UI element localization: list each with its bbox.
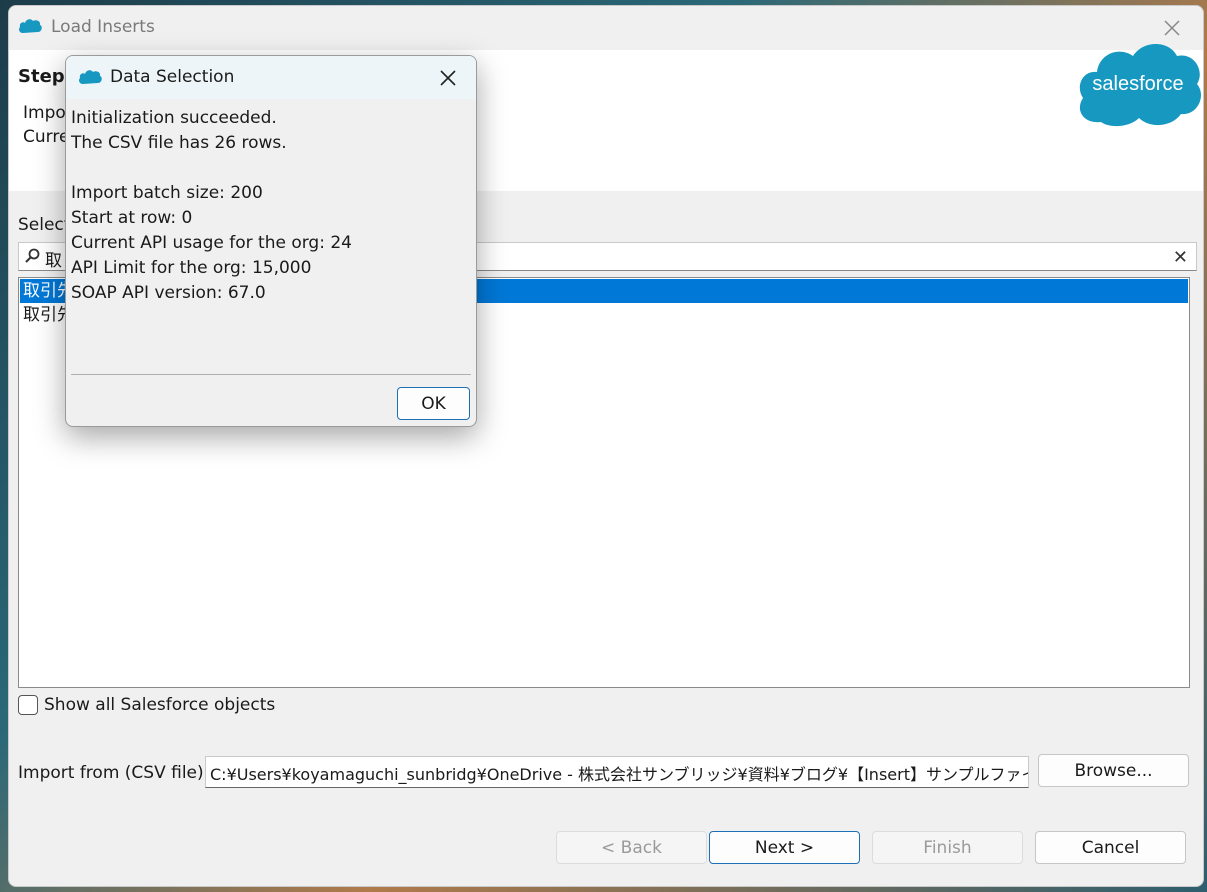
- dialog-message: Initialization succeeded. The CSV file h…: [71, 106, 352, 306]
- next-button[interactable]: Next >: [709, 831, 860, 864]
- logo-text: salesforce: [1092, 73, 1183, 95]
- message-line: Start at row: 0: [71, 208, 193, 228]
- import-from-label: Import from (CSV file):: [18, 763, 210, 783]
- show-all-label: Show all Salesforce objects: [44, 695, 276, 715]
- message-line: Import batch size: 200: [71, 183, 263, 203]
- search-icon: [24, 248, 40, 269]
- step-title: Step: [18, 66, 65, 87]
- message-line: Initialization succeeded.: [71, 108, 277, 128]
- message-line: Current API usage for the org: 24: [71, 233, 352, 253]
- message-line: SOAP API version: 67.0: [71, 283, 266, 303]
- title-bar: Load Inserts: [9, 6, 1203, 50]
- cancel-button[interactable]: Cancel: [1035, 831, 1186, 864]
- search-value: 取: [45, 251, 62, 271]
- message-line: The CSV file has 26 rows.: [71, 133, 287, 153]
- salesforce-cloud-icon: [77, 68, 103, 91]
- dialog-close-icon[interactable]: [428, 56, 468, 99]
- salesforce-cloud-icon: [17, 17, 43, 40]
- clear-icon[interactable]: ✕: [1173, 247, 1188, 268]
- dialog-divider: [71, 374, 471, 375]
- window-title: Load Inserts: [51, 17, 155, 37]
- data-selection-dialog: Data Selection Initialization succeeded.…: [65, 55, 477, 427]
- show-all-checkbox[interactable]: [18, 695, 38, 715]
- salesforce-logo: salesforce: [1073, 36, 1203, 133]
- message-line: [71, 156, 352, 181]
- step-description-line2: Curre: [23, 127, 70, 147]
- browse-button[interactable]: Browse...: [1038, 754, 1189, 787]
- back-button[interactable]: < Back: [556, 831, 707, 864]
- csv-path-field[interactable]: C:¥Users¥koyamaguchi_sunbridg¥OneDrive -…: [205, 756, 1029, 788]
- dialog-title-bar: Data Selection: [66, 56, 476, 99]
- ok-button[interactable]: OK: [397, 387, 470, 420]
- finish-button[interactable]: Finish: [872, 831, 1023, 864]
- select-object-label: Select: [18, 215, 71, 235]
- dialog-title: Data Selection: [110, 67, 235, 87]
- step-description-line1: Impo: [23, 103, 66, 123]
- message-line: API Limit for the org: 15,000: [71, 258, 312, 278]
- show-all-objects-option[interactable]: Show all Salesforce objects: [18, 695, 275, 715]
